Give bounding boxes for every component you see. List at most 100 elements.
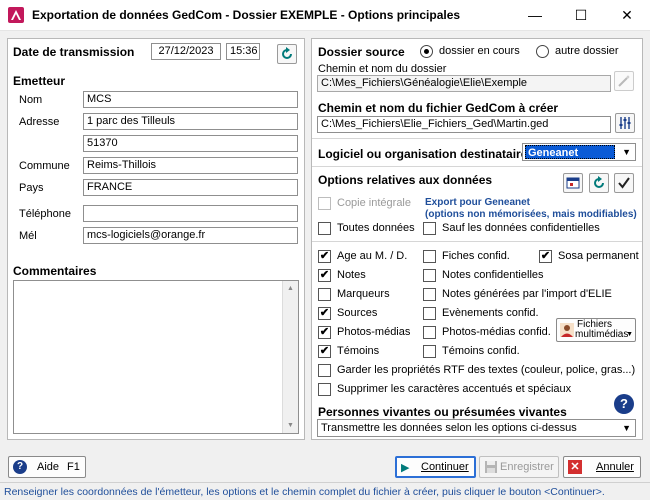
source-path-field: C:\Mes_Fichiers\Généalogie\Elie\Exemple — [317, 75, 611, 92]
comments-textarea[interactable]: ▲ ▼ — [13, 280, 299, 434]
radio-current-label: dossier en cours — [439, 45, 520, 57]
help-icon[interactable]: ? — [614, 394, 634, 414]
checkbox-toutes-donnees[interactable] — [318, 222, 331, 235]
checkbox-photos-confid[interactable] — [423, 326, 436, 339]
commune-label: Commune — [19, 160, 70, 172]
status-text: Renseigner les coordonnées de l'émetteur… — [4, 486, 605, 498]
adresse-line2-field[interactable]: 51370 — [83, 135, 298, 152]
checkbox-fiches-confid[interactable] — [423, 250, 436, 263]
software-select[interactable]: Geneanet ▼ — [522, 143, 636, 161]
options-panel — [311, 38, 643, 440]
sources-label: Sources — [337, 307, 378, 319]
checkbox-notes-generees[interactable] — [423, 288, 436, 301]
continue-button[interactable]: ▶ Continuer — [395, 456, 476, 478]
maximize-button[interactable]: ☐ — [558, 0, 604, 31]
mel-field[interactable]: mcs-logiciels@orange.fr — [83, 227, 298, 244]
living-heading: Personnes vivantes ou présumées vivantes — [318, 405, 567, 419]
photos-label: Photos-médias — [337, 326, 411, 338]
source-label: Dossier source — [318, 45, 405, 59]
refresh-date-button[interactable] — [277, 44, 297, 64]
gedcom-path-field[interactable]: C:\Mes_Fichiers\Elie_Fichiers_Ged\Martin… — [317, 116, 611, 133]
source-path-label: Chemin et nom du dossier — [318, 63, 447, 75]
help-icon: ? — [13, 460, 27, 474]
checkbox-evenements-confid[interactable] — [423, 307, 436, 320]
checkbox-sauf-confidentielles[interactable] — [423, 222, 436, 235]
close-window-button[interactable]: ✕ — [604, 0, 650, 31]
notes-label: Notes — [337, 269, 366, 281]
scroll-down-icon[interactable]: ▼ — [287, 422, 294, 429]
telephone-field[interactable] — [83, 205, 298, 222]
sliders-icon — [619, 117, 631, 129]
time-field[interactable]: 15:36 — [226, 43, 260, 60]
divider — [312, 138, 642, 139]
comments-heading: Commentaires — [13, 264, 97, 278]
play-icon: ▶ — [401, 462, 410, 474]
scroll-up-icon[interactable]: ▲ — [287, 285, 294, 292]
checkbox-photos[interactable]: ✔ — [318, 326, 331, 339]
cancel-button-label: Annuler — [596, 461, 634, 473]
radio-current-folder[interactable] — [420, 45, 433, 58]
checkmark-icon — [618, 177, 630, 189]
options-heading: Options relatives aux données — [318, 173, 493, 187]
photos-confid-label: Photos-médias confid. — [442, 326, 551, 338]
browse-source-button[interactable] — [614, 71, 634, 91]
living-select[interactable]: Transmettre les données selon les option… — [317, 419, 636, 437]
chevron-down-icon: ▼ — [626, 331, 633, 338]
help-button[interactable]: ? Aide F1 — [8, 456, 86, 478]
pays-field[interactable]: FRANCE — [83, 179, 298, 196]
date-field[interactable]: 27/12/2023 — [151, 43, 221, 60]
nom-label: Nom — [19, 94, 43, 106]
sosa-label: Sosa permanent — [558, 250, 639, 262]
checkbox-copie-integrale[interactable] — [318, 197, 331, 210]
checkbox-garder-rtf[interactable] — [318, 364, 331, 377]
living-selected-value: Transmettre les données selon les option… — [321, 422, 577, 434]
floppy-disk-icon — [485, 461, 497, 473]
nom-field[interactable]: MCS — [83, 91, 298, 108]
software-label: Logiciel ou organisation destinataire — [318, 147, 528, 161]
mel-label: Mél — [19, 230, 37, 242]
checkbox-temoins-confid[interactable] — [423, 345, 436, 358]
notes-confid-label: Notes confidentielles — [442, 269, 544, 281]
commune-field[interactable]: Reims-Thillois — [83, 157, 298, 174]
checkbox-marqueurs[interactable] — [318, 288, 331, 301]
checkbox-sosa[interactable]: ✔ — [539, 250, 552, 263]
title-bar: Exportation de données GedCom - Dossier … — [0, 0, 650, 31]
cancel-button[interactable]: ✕ Annuler — [563, 456, 641, 478]
refresh-icon — [594, 176, 604, 188]
checkbox-sources[interactable]: ✔ — [318, 307, 331, 320]
copie-integrale-label: Copie intégrale — [337, 197, 411, 209]
adresse-line1-field[interactable]: 1 parc des Tilleuls — [83, 113, 298, 130]
close-icon: ✕ — [568, 460, 582, 474]
divider — [312, 166, 642, 167]
export-note-title: Export pour Geneanet — [425, 197, 531, 208]
checkbox-notes[interactable]: ✔ — [318, 269, 331, 282]
radio-other-folder[interactable] — [536, 45, 549, 58]
telephone-label: Téléphone — [19, 208, 71, 220]
window-title: Exportation de données GedCom - Dossier … — [32, 8, 461, 22]
marqueurs-label: Marqueurs — [337, 288, 390, 300]
checkbox-notes-confid[interactable] — [423, 269, 436, 282]
comments-scrollbar[interactable]: ▲ ▼ — [282, 281, 298, 433]
help-button-label: Aide — [37, 461, 60, 473]
sauf-confidentielles-label: Sauf les données confidentielles — [442, 222, 600, 234]
notes-generees-label: Notes générées par l'import d'ELIE — [442, 288, 612, 300]
reset-options-button[interactable] — [589, 173, 609, 193]
checkbox-age[interactable]: ✔ — [318, 250, 331, 263]
checkbox-temoins[interactable]: ✔ — [318, 345, 331, 358]
validate-options-button[interactable] — [614, 173, 634, 193]
save-button[interactable]: Enregistrer — [479, 456, 559, 478]
export-note-subtitle: (options non mémorisées, mais modifiable… — [425, 209, 637, 220]
temoins-confid-label: Témoins confid. — [442, 345, 520, 357]
gedcom-settings-button[interactable] — [615, 113, 635, 133]
multimedia-button-line2: multimédias — [575, 329, 629, 340]
multimedia-files-button[interactable]: Fichiers multimédias ▼ — [556, 318, 636, 342]
temoins-label: Témoins — [337, 345, 380, 357]
options-dialog-button[interactable] — [563, 173, 583, 193]
toutes-donnees-label: Toutes données — [337, 222, 415, 234]
garder-rtf-label: Garder les propriétés RTF des textes (co… — [337, 364, 636, 376]
chevron-down-icon: ▼ — [622, 147, 631, 157]
minimize-button[interactable]: — — [512, 0, 558, 31]
magic-wand-icon — [618, 75, 630, 87]
checkbox-supprimer-accents[interactable] — [318, 383, 331, 396]
help-button-key: F1 — [67, 461, 80, 473]
